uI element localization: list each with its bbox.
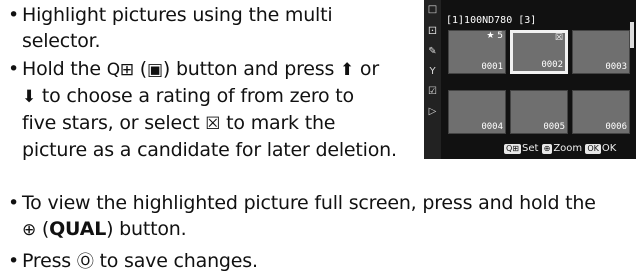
bullet-2-line-2: ⬇ to choose a rating of from zero to [22, 85, 354, 107]
bullet-2-line-1: Hold the Q⊞ (▣) button and press ⬆ or [22, 58, 379, 80]
help-set: Set [522, 143, 539, 154]
thumbnail-0001[interactable]: ★ 5 0001 [448, 30, 506, 74]
thumbnail-number: 0006 [605, 122, 627, 132]
thumbnail-number: 0005 [543, 122, 565, 132]
bullet-4-line-1: Press Ⓞ to save changes. [22, 250, 258, 272]
thumbnail-0006[interactable]: 0006 [572, 90, 630, 134]
bullet-highlight: • Highlight pictures using the multi sel… [8, 2, 333, 54]
bullet-dot: • [8, 58, 20, 80]
thumbnail-0003[interactable]: 0003 [572, 30, 630, 74]
bullet-1-line-1: Highlight pictures using the multi [22, 4, 333, 26]
ok-button-icon: Ⓞ [76, 252, 94, 272]
thumbnail-number: 0003 [605, 62, 627, 72]
multi-selector-down-icon: ⬇ [22, 87, 37, 107]
help-zoom: Zoom [553, 143, 583, 154]
ok-key-icon: OK [585, 144, 601, 154]
bullet-3-line-1: To view the highlighted picture full scr… [22, 192, 596, 214]
custom-settings-icon: ✎ [428, 46, 437, 57]
shooting-menu-icon: ⚀ [428, 26, 437, 37]
thumbnail-number: 0002 [541, 60, 563, 70]
bullet-save: • Press Ⓞ to save changes. [8, 248, 258, 275]
folder-label: [1]100ND780 [3] [446, 15, 537, 26]
rating-badge: ☒ [554, 33, 563, 43]
qual-label: QUAL [49, 218, 107, 240]
multi-selector-up-icon: ⬆ [340, 60, 355, 80]
scroll-indicator [630, 22, 634, 48]
help-ok: OK [601, 143, 617, 154]
zoom-in-icon: ⊕ [22, 220, 37, 240]
thumbnail-0002-selected[interactable]: ☒ 0002 [510, 30, 568, 74]
retouch-menu-icon: ☑ [428, 86, 437, 97]
help-bar: Q⊞ Set ⊕ Zoom OK OK [504, 143, 616, 155]
delete-candidate-icon: ☒ [205, 114, 221, 134]
bullet-2-line-4: picture as a candidate for later deletio… [22, 139, 397, 161]
menu-tab-sidebar: □ ⚀ ✎ Y ☑ ▷ [424, 0, 441, 159]
thumbnail-number: 0004 [481, 122, 503, 132]
thumbnail-0004[interactable]: 0004 [448, 90, 506, 134]
thumbnail-0005[interactable]: 0005 [510, 90, 568, 134]
playback-zoom-icon: ▣ [147, 60, 163, 80]
playback-menu-icon: □ [427, 4, 438, 15]
bullet-rating: • Hold the Q⊞ (▣) button and press ⬆ or … [8, 56, 397, 163]
bullet-2-line-3: five stars, or select ☒ to mark the [22, 112, 336, 134]
rating-badge: ★ 5 [486, 31, 503, 41]
thumbnail-number: 0001 [481, 62, 503, 72]
bullet-dot: • [8, 192, 20, 214]
bullet-full-screen: • To view the highlighted picture full s… [8, 190, 596, 243]
bullet-3-line-2: ⊕ (QUAL) button. [22, 218, 187, 240]
zoom-key-icon: ⊕ [541, 144, 553, 154]
set-key-icon: Q⊞ [504, 144, 521, 154]
zoom-out-thumbnail-icon: Q⊞ [106, 60, 134, 80]
bullet-dot: • [8, 4, 20, 26]
camera-monitor-screen: □ ⚀ ✎ Y ☑ ▷ [1]100ND780 [3] ★ 5 0001 ☒ 0… [424, 0, 636, 159]
bullet-1-line-2: selector. [22, 30, 101, 52]
setup-menu-icon: Y [429, 66, 436, 77]
my-menu-icon: ▷ [428, 106, 437, 117]
bullet-dot: • [8, 250, 20, 272]
